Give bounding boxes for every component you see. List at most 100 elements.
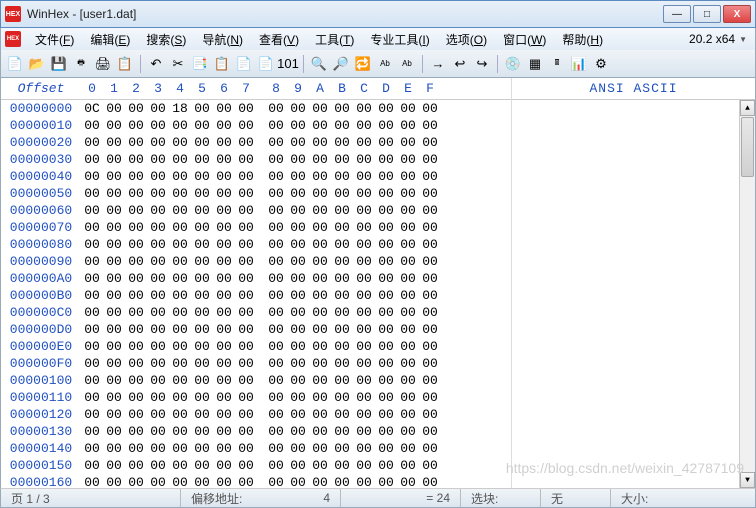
byte-cell[interactable]: 00: [213, 219, 235, 236]
byte-cell[interactable]: 00: [265, 389, 287, 406]
byte-cell[interactable]: 00: [287, 423, 309, 440]
hex-row[interactable]: 0000004000000000000000000000000000000000: [1, 168, 511, 185]
settings-icon[interactable]: ⚙: [591, 54, 611, 74]
replace-text-icon[interactable]: Ab: [397, 54, 417, 74]
byte-cell[interactable]: 00: [419, 304, 441, 321]
byte-cell[interactable]: 00: [309, 457, 331, 474]
byte-cell[interactable]: 00: [331, 185, 353, 202]
byte-cell[interactable]: 00: [147, 389, 169, 406]
byte-cell[interactable]: 00: [397, 202, 419, 219]
hex-row[interactable]: 000000A000000000000000000000000000000000: [1, 270, 511, 287]
byte-cell[interactable]: 00: [169, 338, 191, 355]
hex-row[interactable]: 0000011000000000000000000000000000000000: [1, 389, 511, 406]
menu-s[interactable]: 搜索(S): [138, 29, 194, 50]
byte-cell[interactable]: 00: [419, 168, 441, 185]
byte-cell[interactable]: 00: [353, 287, 375, 304]
byte-cell[interactable]: 00: [125, 440, 147, 457]
byte-cell[interactable]: 00: [103, 168, 125, 185]
replace-icon[interactable]: 🔁: [353, 54, 373, 74]
byte-cell[interactable]: 00: [375, 457, 397, 474]
byte-cell[interactable]: 00: [265, 117, 287, 134]
byte-cell[interactable]: 00: [375, 100, 397, 117]
menu-i[interactable]: 专业工具(I): [362, 29, 437, 50]
byte-cell[interactable]: 00: [375, 202, 397, 219]
byte-cell[interactable]: 00: [125, 270, 147, 287]
byte-cell[interactable]: 00: [235, 389, 257, 406]
byte-cell[interactable]: 00: [375, 321, 397, 338]
byte-cell[interactable]: 00: [81, 304, 103, 321]
byte-cell[interactable]: 00: [213, 185, 235, 202]
hex-row[interactable]: 0000007000000000000000000000000000000000: [1, 219, 511, 236]
byte-cell[interactable]: 00: [81, 236, 103, 253]
byte-cell[interactable]: 00: [375, 372, 397, 389]
byte-cell[interactable]: 00: [169, 474, 191, 488]
byte-cell[interactable]: 00: [81, 389, 103, 406]
byte-cell[interactable]: 00: [213, 440, 235, 457]
byte-cell[interactable]: 00: [147, 474, 169, 488]
byte-cell[interactable]: 00: [147, 355, 169, 372]
hex-row[interactable]: 000000000C000000180000000000000000000000: [1, 100, 511, 117]
byte-cell[interactable]: 00: [103, 355, 125, 372]
byte-cell[interactable]: 00: [213, 457, 235, 474]
byte-cell[interactable]: 00: [375, 219, 397, 236]
byte-cell[interactable]: 00: [287, 219, 309, 236]
byte-cell[interactable]: 00: [265, 287, 287, 304]
byte-cell[interactable]: 00: [103, 100, 125, 117]
byte-cell[interactable]: 00: [103, 457, 125, 474]
byte-cell[interactable]: 00: [397, 287, 419, 304]
byte-cell[interactable]: 00: [169, 372, 191, 389]
byte-cell[interactable]: 00: [213, 389, 235, 406]
byte-cell[interactable]: 00: [419, 457, 441, 474]
byte-cell[interactable]: 00: [419, 389, 441, 406]
byte-cell[interactable]: 00: [81, 440, 103, 457]
byte-cell[interactable]: 00: [287, 372, 309, 389]
byte-cell[interactable]: 00: [147, 440, 169, 457]
byte-cell[interactable]: 00: [103, 304, 125, 321]
byte-cell[interactable]: 00: [265, 236, 287, 253]
byte-cell[interactable]: 00: [419, 270, 441, 287]
byte-cell[interactable]: 00: [331, 287, 353, 304]
byte-cell[interactable]: 00: [397, 236, 419, 253]
byte-cell[interactable]: 00: [287, 474, 309, 488]
byte-cell[interactable]: 00: [213, 253, 235, 270]
byte-cell[interactable]: 00: [309, 236, 331, 253]
byte-cell[interactable]: 00: [103, 474, 125, 488]
byte-cell[interactable]: 00: [397, 304, 419, 321]
byte-cell[interactable]: 00: [353, 389, 375, 406]
byte-cell[interactable]: 00: [375, 389, 397, 406]
paste-icon[interactable]: 📋: [212, 54, 232, 74]
byte-cell[interactable]: 00: [125, 219, 147, 236]
byte-cell[interactable]: 00: [287, 406, 309, 423]
byte-cell[interactable]: 00: [125, 406, 147, 423]
hex-row[interactable]: 0000008000000000000000000000000000000000: [1, 236, 511, 253]
byte-cell[interactable]: 00: [353, 457, 375, 474]
byte-cell[interactable]: 00: [147, 287, 169, 304]
byte-cell[interactable]: 00: [419, 440, 441, 457]
calc-icon[interactable]: 🖩: [547, 54, 567, 74]
byte-cell[interactable]: 00: [213, 270, 235, 287]
byte-cell[interactable]: 00: [287, 134, 309, 151]
byte-cell[interactable]: 00: [287, 287, 309, 304]
hex-row[interactable]: 0000015000000000000000000000000000000000: [1, 457, 511, 474]
menu-t[interactable]: 工具(T): [307, 29, 362, 50]
byte-cell[interactable]: 00: [213, 304, 235, 321]
byte-cell[interactable]: 00: [265, 134, 287, 151]
paste-block-icon[interactable]: 📄: [256, 54, 276, 74]
byte-cell[interactable]: 00: [309, 185, 331, 202]
byte-cell[interactable]: 00: [265, 168, 287, 185]
byte-cell[interactable]: 00: [353, 372, 375, 389]
byte-cell[interactable]: 00: [375, 134, 397, 151]
byte-cell[interactable]: 00: [169, 168, 191, 185]
byte-cell[interactable]: 00: [103, 219, 125, 236]
scroll-up-button[interactable]: ▲: [740, 100, 755, 116]
version-dropdown-icon[interactable]: ▼: [739, 35, 747, 44]
hex-row[interactable]: 0000013000000000000000000000000000000000: [1, 423, 511, 440]
byte-cell[interactable]: 00: [103, 406, 125, 423]
byte-cell[interactable]: 00: [125, 474, 147, 488]
byte-cell[interactable]: 00: [309, 270, 331, 287]
byte-cell[interactable]: 00: [265, 321, 287, 338]
find-hex-icon[interactable]: 🔎: [331, 54, 351, 74]
byte-cell[interactable]: 00: [125, 355, 147, 372]
byte-cell[interactable]: 00: [147, 168, 169, 185]
byte-cell[interactable]: 00: [331, 151, 353, 168]
